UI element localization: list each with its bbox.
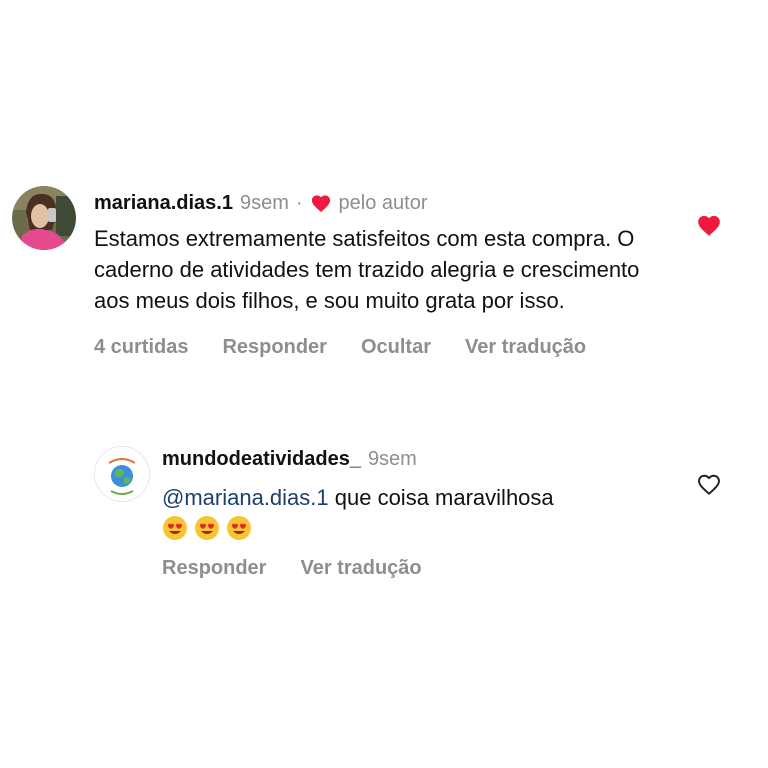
heart-eyes-emoji-icon — [227, 516, 251, 540]
user-photo-icon — [12, 186, 76, 250]
heart-eyes-emoji-icon — [163, 516, 187, 540]
like-button[interactable] — [696, 213, 722, 237]
comment-body: mariana.dias.1 9sem · pelo autor Estamos… — [94, 190, 674, 359]
avatar[interactable] — [94, 446, 150, 502]
mention-link[interactable]: @mariana.dias.1 — [162, 485, 329, 510]
username[interactable]: mariana.dias.1 — [94, 190, 233, 216]
translate-button[interactable]: Ver tradução — [465, 336, 586, 359]
hide-button[interactable]: Ocultar — [361, 336, 431, 359]
reply-button[interactable]: Responder — [222, 336, 326, 359]
timestamp[interactable]: 9sem — [240, 190, 289, 216]
like-button[interactable] — [696, 472, 722, 496]
reply-button[interactable]: Responder — [162, 557, 266, 580]
comment-header: mundodeatividades_ 9sem — [162, 446, 702, 472]
reply-text: que coisa maravilhosa — [328, 485, 554, 510]
avatar[interactable] — [12, 186, 76, 250]
likes-count[interactable]: 4 curtidas — [94, 336, 188, 359]
comment-actions: Responder Ver tradução — [162, 557, 702, 580]
heart-filled-icon — [310, 193, 332, 213]
emoji-row — [162, 515, 702, 541]
comment-header: mariana.dias.1 9sem · pelo autor — [94, 190, 674, 216]
username[interactable]: mundodeatividades_ — [162, 446, 361, 472]
timestamp[interactable]: 9sem — [368, 446, 417, 472]
comment-body: mundodeatividades_ 9sem @mariana.dias.1 … — [162, 446, 702, 580]
heart-outline-icon — [698, 474, 720, 495]
comment-text: @mariana.dias.1 que coisa maravilhosa — [162, 482, 702, 541]
heart-filled-icon — [698, 215, 720, 236]
separator: · — [295, 192, 303, 214]
globe-logo-icon — [95, 447, 149, 501]
author-badge: pelo autor — [338, 192, 428, 214]
comment-text: Estamos extremamente satisfeitos com est… — [94, 226, 640, 313]
translate-button[interactable]: Ver tradução — [300, 557, 421, 580]
comment-actions: 4 curtidas Responder Ocultar Ver traduçã… — [94, 336, 674, 359]
heart-eyes-emoji-icon — [195, 516, 219, 540]
